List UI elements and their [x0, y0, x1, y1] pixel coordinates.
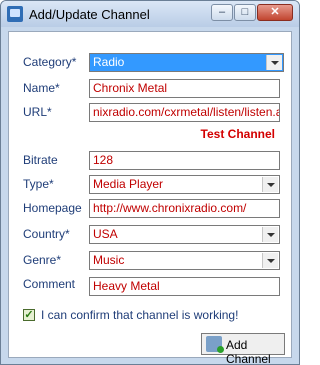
form-panel: Category* Radio Name* Chronix Metal URL*… — [8, 31, 292, 364]
url-label: URL* — [23, 105, 52, 119]
type-label: Type* — [23, 177, 54, 191]
country-select[interactable]: USA — [89, 225, 280, 244]
homepage-field[interactable]: http://www.chronixradio.com/ — [89, 199, 280, 218]
add-channel-button[interactable]: Add Channel — [201, 333, 285, 364]
confirm-checkbox[interactable]: ✓ — [23, 309, 35, 321]
chevron-down-icon[interactable] — [262, 177, 278, 192]
type-value: Media Player — [93, 177, 164, 191]
chevron-down-icon[interactable] — [262, 253, 278, 268]
country-label: Country* — [23, 227, 70, 241]
country-value: USA — [93, 227, 118, 241]
category-select[interactable]: Radio — [89, 53, 284, 72]
title-bar[interactable]: Add/Update Channel – □ ✕ — [1, 1, 299, 27]
bitrate-label: Bitrate — [23, 153, 58, 167]
app-window-icon — [7, 6, 23, 22]
add-update-channel-window: Add/Update Channel – □ ✕ Category* Radio… — [0, 0, 300, 365]
close-button[interactable]: ✕ — [257, 4, 293, 21]
window-title: Add/Update Channel — [29, 7, 150, 22]
comment-field[interactable]: Heavy Metal — [89, 277, 280, 296]
maximize-button[interactable]: □ — [234, 4, 256, 21]
category-label: Category* — [23, 55, 77, 69]
bitrate-field[interactable]: 128 — [89, 151, 280, 170]
type-select[interactable]: Media Player — [89, 175, 280, 194]
genre-select[interactable]: Music — [89, 251, 280, 270]
url-field[interactable]: nixradio.com/cxrmetal/listen/listen.asx — [89, 103, 280, 122]
name-field[interactable]: Chronix Metal — [89, 79, 280, 98]
chevron-down-icon[interactable] — [266, 55, 282, 70]
test-channel-link[interactable]: Test Channel — [201, 127, 275, 141]
category-value: Radio — [93, 55, 125, 69]
add-channel-icon — [206, 336, 224, 353]
homepage-label: Homepage — [23, 201, 82, 215]
genre-value: Music — [93, 253, 125, 267]
minimize-button[interactable]: – — [211, 4, 233, 21]
name-label: Name* — [23, 81, 60, 95]
comment-label: Comment — [23, 277, 76, 291]
genre-label: Genre* — [23, 253, 62, 267]
add-channel-label: Add Channel — [226, 338, 271, 365]
confirm-checkbox-label: I can confirm that channel is working! — [41, 308, 239, 322]
chevron-down-icon[interactable] — [262, 227, 278, 242]
